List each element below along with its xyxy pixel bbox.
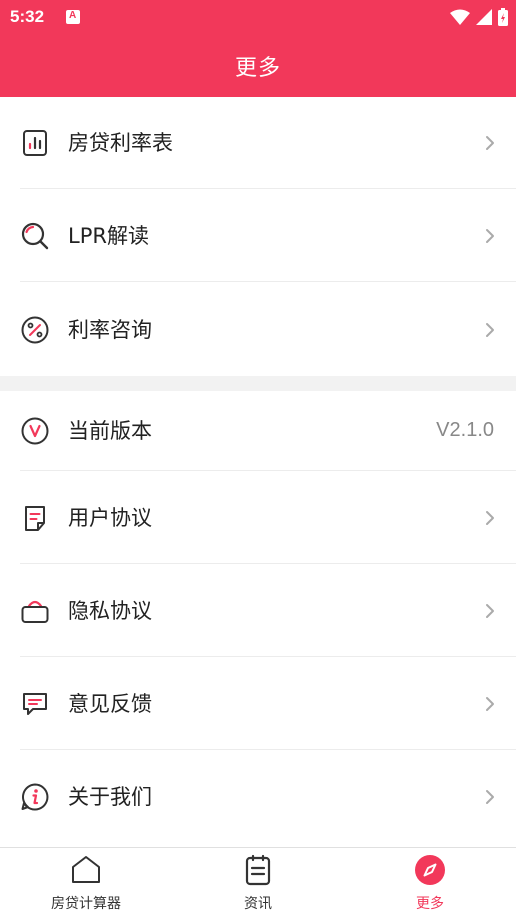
tab-label: 房贷计算器 bbox=[51, 896, 121, 912]
chevron-right-icon bbox=[486, 789, 494, 804]
menu-item-label: 用户协议 bbox=[68, 505, 152, 530]
info-icon bbox=[21, 783, 49, 810]
menu-item-version[interactable]: 当前版本 V2.1.0 bbox=[0, 391, 516, 471]
home-icon bbox=[72, 856, 100, 883]
chevron-right-icon bbox=[486, 603, 494, 618]
tab-calculator[interactable]: 房贷计算器 bbox=[0, 848, 172, 917]
menu-item-rate-consult[interactable]: 利率咨询 bbox=[0, 283, 516, 376]
wifi-icon bbox=[450, 9, 470, 25]
version-icon bbox=[21, 417, 49, 445]
chevron-right-icon bbox=[486, 696, 494, 711]
notepad-icon bbox=[245, 854, 271, 886]
system-icons bbox=[450, 8, 508, 26]
menu-item-label: 隐私协议 bbox=[68, 598, 152, 623]
menu-item-label: LPR解读 bbox=[68, 224, 149, 248]
compass-icon bbox=[415, 855, 445, 885]
bottom-tab-bar: 房贷计算器 资讯 更多 bbox=[0, 847, 516, 917]
message-icon bbox=[23, 692, 47, 715]
status-time: 5:32 bbox=[10, 7, 45, 26]
chevron-right-icon bbox=[486, 322, 494, 337]
tab-news[interactable]: 资讯 bbox=[172, 848, 344, 917]
title-bar: 更多 bbox=[0, 34, 516, 97]
app-notification-icon bbox=[66, 10, 80, 24]
chevron-right-icon bbox=[486, 229, 494, 243]
section-separator bbox=[0, 376, 516, 391]
page-title: 更多 bbox=[234, 56, 281, 81]
tab-more[interactable]: 更多 bbox=[344, 848, 516, 917]
menu-item-feedback[interactable]: 意见反馈 bbox=[0, 657, 516, 750]
percent-icon bbox=[21, 316, 49, 343]
menu-item-label: 关于我们 bbox=[68, 784, 152, 809]
menu-item-label: 当前版本 bbox=[68, 419, 152, 443]
tab-label: 更多 bbox=[416, 896, 444, 912]
bag-icon bbox=[21, 600, 49, 623]
version-value: V2.1.0 bbox=[436, 419, 494, 441]
menu-item-privacy[interactable]: 隐私协议 bbox=[0, 564, 516, 657]
signal-icon bbox=[476, 9, 492, 25]
divider bbox=[20, 188, 516, 189]
menu-item-label: 房贷利率表 bbox=[68, 131, 173, 155]
battery-icon bbox=[498, 8, 508, 26]
tab-label: 资讯 bbox=[244, 896, 272, 912]
menu-item-user-agreement[interactable]: 用户协议 bbox=[0, 471, 516, 564]
document-icon bbox=[25, 505, 45, 531]
divider bbox=[20, 281, 516, 282]
status-bar: 5:32 bbox=[0, 0, 516, 34]
menu-item-label: 意见反馈 bbox=[68, 691, 152, 716]
menu-item-label: 利率咨询 bbox=[68, 317, 152, 342]
search-icon bbox=[21, 222, 49, 250]
menu-item-about[interactable]: 关于我们 bbox=[0, 750, 516, 843]
chevron-right-icon bbox=[486, 136, 494, 150]
chevron-right-icon bbox=[486, 510, 494, 525]
menu-item-lpr[interactable]: LPR解读 bbox=[0, 190, 516, 282]
bar-chart-icon bbox=[23, 130, 47, 156]
menu-item-rate-table[interactable]: 房贷利率表 bbox=[0, 97, 516, 189]
